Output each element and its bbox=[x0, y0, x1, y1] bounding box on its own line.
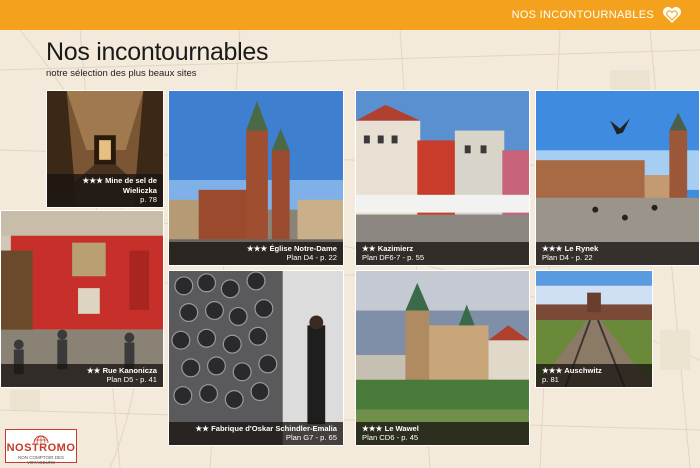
site-ref: p. 81 bbox=[542, 375, 559, 385]
publisher-logo: NOSTROMO NON COMPTOIR DES VOYAGEURS bbox=[5, 429, 77, 465]
site-name: Fabrique d'Oskar Schindler-Emalia bbox=[211, 423, 337, 433]
site-tile-rynek[interactable]: ★★★ Le Rynek Plan D4 - p. 22 bbox=[535, 90, 700, 266]
page-subtitle: notre sélection des plus beaux sites bbox=[46, 68, 197, 79]
heart-icon bbox=[663, 7, 681, 23]
site-caption: ★★ Rue Kanonicza Plan D5 - p. 41 bbox=[1, 363, 163, 387]
site-name: Kazimierz bbox=[377, 243, 414, 253]
kanonicza-photo bbox=[1, 211, 163, 387]
site-stars: ★★ bbox=[362, 243, 376, 253]
site-caption: ★★★ Le Rynek Plan D4 - p. 22 bbox=[536, 241, 699, 265]
site-name: Rue Kanonicza bbox=[102, 365, 157, 375]
site-stars: ★★★ bbox=[542, 365, 563, 375]
site-stars: ★★★ bbox=[82, 176, 103, 186]
site-name: Auschwitz bbox=[564, 365, 602, 375]
site-ref: Plan CD6 - p. 45 bbox=[362, 433, 419, 443]
site-tile-kazimierz[interactable]: ★★ Kazimierz Plan DF6-7 - p. 55 bbox=[355, 90, 530, 266]
site-caption: ★★★ Auschwitz p. 81 bbox=[536, 363, 652, 387]
site-caption: ★★ Kazimierz Plan DF6-7 - p. 55 bbox=[356, 241, 529, 265]
wawel-photo bbox=[356, 271, 529, 445]
page-title: Nos incontournables bbox=[46, 38, 269, 66]
section-title: NOS INCONTOURNABLES bbox=[511, 9, 654, 21]
site-ref: Plan G7 - p. 65 bbox=[285, 433, 337, 443]
site-name: Mine de sel de Wieliczka bbox=[105, 176, 157, 195]
site-stars: ★★★ bbox=[362, 423, 383, 433]
site-ref: Plan DF6-7 - p. 55 bbox=[362, 253, 425, 263]
kazimierz-photo bbox=[356, 91, 529, 265]
notre-dame-photo bbox=[169, 91, 343, 265]
site-tile-kanonicza[interactable]: ★★ Rue Kanonicza Plan D5 - p. 41 bbox=[0, 210, 164, 388]
site-caption: ★★ Fabrique d'Oskar Schindler-Emalia Pla… bbox=[169, 421, 343, 445]
site-stars: ★★ bbox=[195, 423, 209, 433]
site-ref: p. 78 bbox=[140, 195, 157, 205]
site-name: Le Rynek bbox=[564, 243, 599, 253]
site-ref: Plan D4 - p. 22 bbox=[286, 253, 337, 263]
site-tile-wawel[interactable]: ★★★ Le Wawel Plan CD6 - p. 45 bbox=[355, 270, 530, 446]
site-name: Église Notre-Dame bbox=[269, 243, 337, 253]
site-tile-schindler[interactable]: ★★ Fabrique d'Oskar Schindler-Emalia Pla… bbox=[168, 270, 344, 446]
site-name: Le Wawel bbox=[384, 423, 419, 433]
site-tile-wieliczka[interactable]: ★★★ Mine de sel de Wieliczka p. 78 bbox=[46, 90, 164, 208]
site-ref: Plan D5 - p. 41 bbox=[106, 375, 157, 385]
logo-name: NOSTROMO bbox=[6, 442, 76, 454]
site-caption: ★★★ Mine de sel de Wieliczka p. 78 bbox=[47, 174, 163, 207]
site-caption: ★★★ Église Notre-Dame Plan D4 - p. 22 bbox=[169, 241, 343, 265]
site-caption: ★★★ Le Wawel Plan CD6 - p. 45 bbox=[356, 421, 529, 445]
rynek-photo bbox=[536, 91, 699, 265]
site-tile-auschwitz[interactable]: ★★★ Auschwitz p. 81 bbox=[535, 270, 653, 388]
site-ref: Plan D4 - p. 22 bbox=[542, 253, 593, 263]
schindler-photo bbox=[169, 271, 343, 445]
logo-tagline: NON COMPTOIR DES VOYAGEURS bbox=[18, 455, 64, 465]
header-bar: NOS INCONTOURNABLES bbox=[0, 0, 700, 30]
site-stars: ★★★ bbox=[246, 243, 268, 253]
site-stars: ★★★ bbox=[542, 243, 563, 253]
site-stars: ★★ bbox=[86, 365, 101, 375]
site-tile-notre-dame[interactable]: ★★★ Église Notre-Dame Plan D4 - p. 22 bbox=[168, 90, 344, 266]
